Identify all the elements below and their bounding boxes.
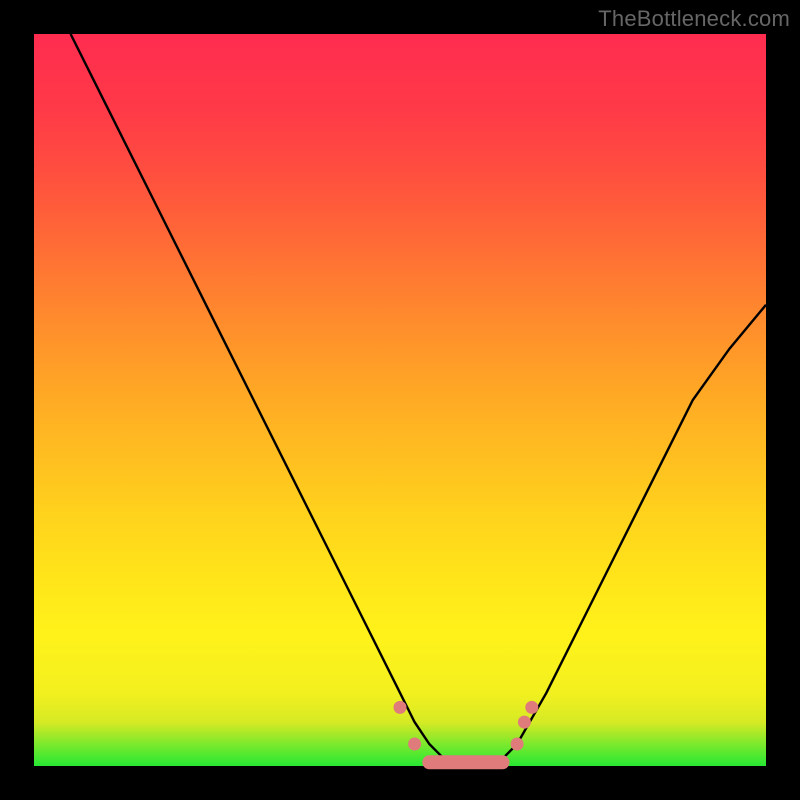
curve-layer [34,34,766,766]
attribution-text: TheBottleneck.com [598,6,790,32]
curve-markers [394,701,539,751]
pt-right-b [518,716,531,729]
pt-left-a [394,701,407,714]
chart-frame: TheBottleneck.com [0,0,800,800]
pt-right-a [511,738,524,751]
pt-right-c [525,701,538,714]
gradient-plot-area [34,34,766,766]
pt-left-b [408,738,421,751]
bottleneck-curve [71,34,766,766]
